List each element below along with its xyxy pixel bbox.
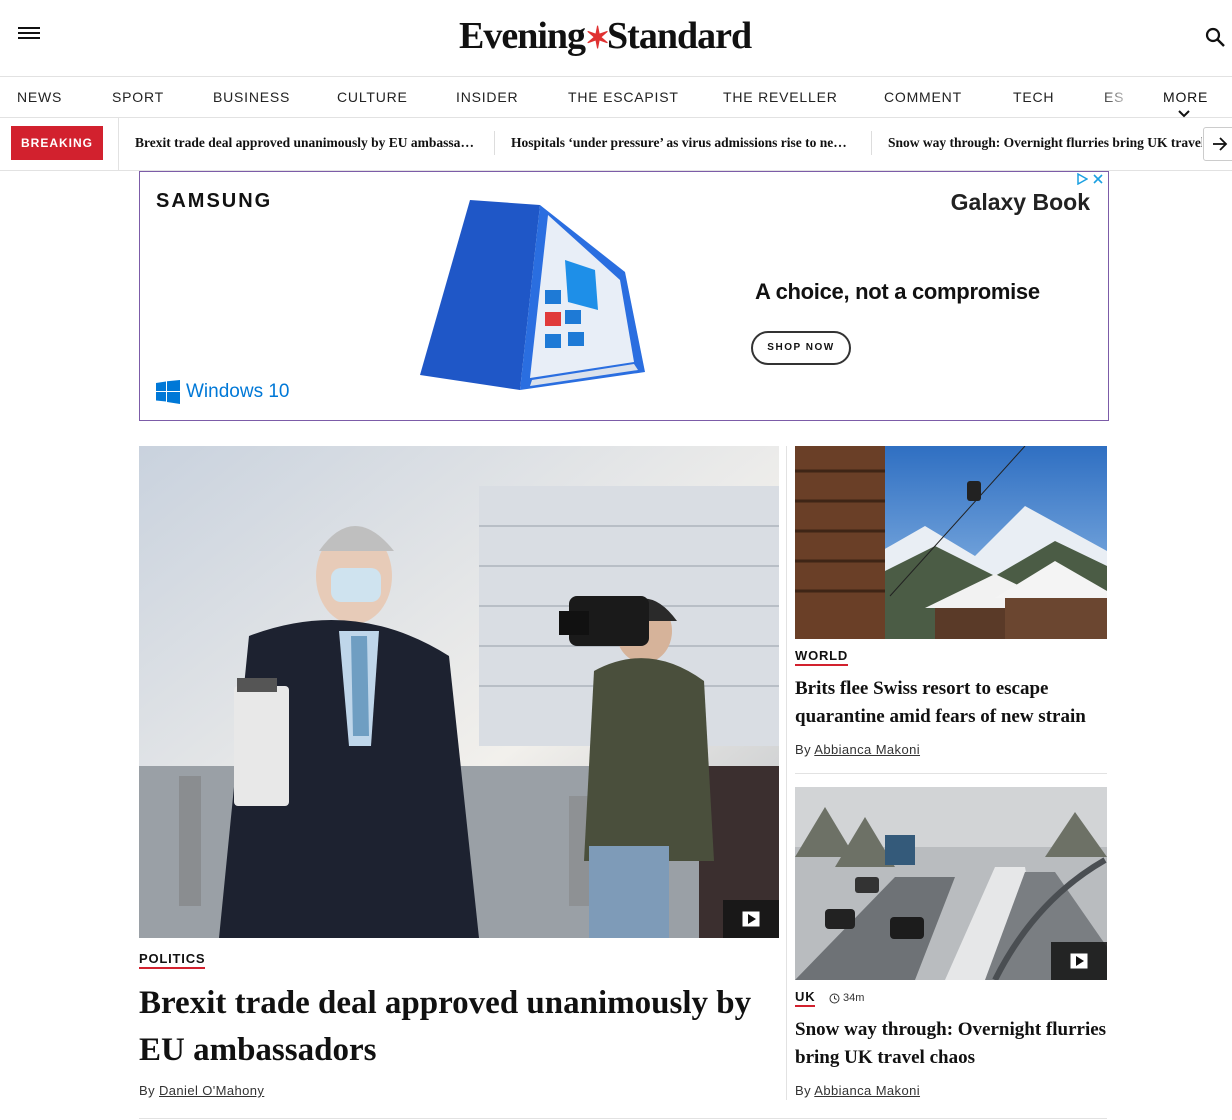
author-link[interactable]: Abbianca Makoni	[814, 1083, 920, 1098]
byline-prefix: By	[139, 1083, 155, 1098]
side-story-category[interactable]: WORLD	[795, 648, 849, 666]
nav-item-business[interactable]: BUSINESS	[213, 89, 290, 105]
story-timestamp: 34m	[829, 992, 864, 1004]
main-story-title[interactable]: Brexit trade deal approved unanimously b…	[139, 980, 779, 1074]
author-link[interactable]: Daniel O'Mahony	[159, 1083, 264, 1098]
windows-10-logo: Windows 10	[156, 380, 290, 404]
side-story-category[interactable]: UK	[795, 989, 816, 1007]
side-story-image[interactable]	[795, 446, 1107, 639]
byline-prefix: By	[795, 1083, 811, 1098]
ad-brand-logo: SAMSUNG	[156, 190, 273, 212]
ticker-divider	[871, 131, 872, 155]
ticker-item[interactable]: Brexit trade deal approved unanimously b…	[135, 135, 477, 151]
logo-mark-icon: ✶	[585, 22, 610, 55]
logo-text-standard: Standard	[607, 15, 752, 57]
ad-choices[interactable]	[1076, 173, 1104, 185]
section-nav: NEWS SPORT BUSINESS CULTURE INSIDER THE …	[0, 77, 1232, 118]
clock-icon	[829, 993, 840, 1003]
byline-prefix: By	[795, 742, 811, 757]
site-logo[interactable]: Evening✶Standard	[459, 14, 752, 58]
breaking-news-bar: BREAKING Brexit trade deal approved unan…	[0, 118, 1232, 171]
arrow-right-icon	[1213, 137, 1228, 151]
side-story-title[interactable]: Snow way through: Overnight flurries bri…	[795, 1016, 1107, 1072]
main-story-image[interactable]	[139, 446, 779, 938]
breaking-divider	[118, 118, 119, 170]
author-link[interactable]: Abbianca Makoni	[814, 742, 920, 757]
breaking-badge: BREAKING	[11, 126, 103, 160]
video-play-icon[interactable]	[1051, 942, 1107, 980]
timestamp-text: 34m	[843, 992, 865, 1004]
nav-more-label: MORE	[1163, 89, 1209, 105]
ad-shop-now-button[interactable]: SHOP NOW	[751, 331, 851, 365]
side-story-image[interactable]	[795, 787, 1107, 980]
story-divider	[795, 773, 1107, 774]
windows-10-label: Windows 10	[186, 381, 290, 402]
ticker-divider	[494, 131, 495, 155]
ticker-item[interactable]: Hospitals ‘under pressure’ as virus admi…	[511, 135, 854, 151]
nav-item-the-escapist[interactable]: THE ESCAPIST	[568, 89, 679, 105]
nav-item-comment[interactable]: COMMENT	[884, 89, 962, 105]
ad-product-name: Galaxy Book	[950, 189, 1090, 215]
nav-item-culture[interactable]: CULTURE	[337, 89, 408, 105]
main-story-category[interactable]: POLITICS	[139, 951, 206, 969]
ticker-item[interactable]: Snow way through: Overnight flurries bri…	[888, 135, 1202, 151]
nav-item-the-reveller[interactable]: THE REVELLER	[723, 89, 838, 105]
section-divider	[139, 1118, 1107, 1119]
laptop-image	[420, 200, 645, 390]
main-story-byline: By Daniel O'Mahony	[139, 1083, 264, 1098]
ad-info-icon	[1077, 173, 1088, 185]
video-play-icon[interactable]	[723, 900, 779, 938]
hamburger-menu-icon[interactable]	[18, 24, 40, 46]
ad-tagline: A choice, not a compromise	[755, 279, 1040, 304]
ticker-next-button[interactable]	[1203, 127, 1232, 161]
nav-fade-overlay	[1100, 77, 1150, 117]
side-story-byline: By Abbianca Makoni	[795, 742, 920, 757]
nav-item-insider[interactable]: INSIDER	[456, 89, 518, 105]
nav-more-button[interactable]: MORE	[1163, 89, 1232, 121]
nav-item-tech[interactable]: TECH	[1013, 89, 1054, 105]
side-story-byline: By Abbianca Makoni	[795, 1083, 920, 1098]
nav-item-sport[interactable]: SPORT	[112, 89, 164, 105]
column-divider	[786, 446, 787, 1100]
logo-text-evening: Evening	[459, 15, 586, 57]
advertisement-banner[interactable]: SAMSUNG Galaxy Book A choice, not a comp…	[139, 171, 1109, 421]
windows-icon	[156, 380, 180, 404]
side-story-title[interactable]: Brits flee Swiss resort to escape quaran…	[795, 675, 1107, 731]
close-icon	[1093, 174, 1103, 184]
search-icon[interactable]	[1204, 26, 1226, 48]
nav-item-news[interactable]: NEWS	[17, 89, 62, 105]
site-header: Evening✶Standard	[0, 0, 1232, 77]
